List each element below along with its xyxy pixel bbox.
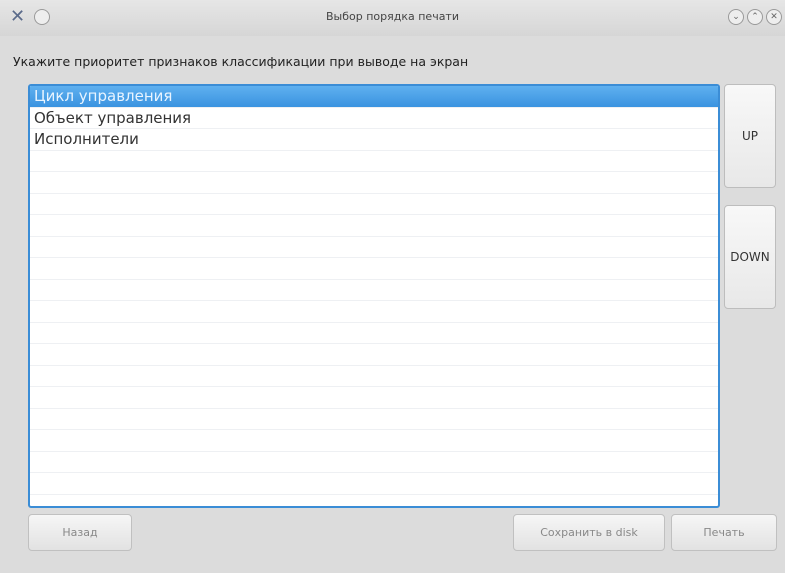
minimize-icon[interactable]: ⌄	[728, 9, 744, 25]
title-bar: ✕ Выбор порядка печати ⌄ ⌃ ✕	[0, 0, 785, 36]
up-button[interactable]: UP	[724, 84, 776, 188]
empty-row	[30, 151, 718, 172]
window-title: Выбор порядка печати	[326, 10, 459, 23]
empty-row	[30, 430, 718, 452]
list-item[interactable]: Цикл управления	[30, 86, 718, 108]
instruction-text: Укажите приоритет признаков классификаци…	[13, 54, 469, 69]
empty-row	[30, 172, 718, 194]
down-button[interactable]: DOWN	[724, 205, 776, 309]
print-button[interactable]: Печать	[671, 514, 777, 551]
maximize-icon[interactable]: ⌃	[747, 9, 763, 25]
empty-row	[30, 323, 718, 344]
empty-row	[30, 215, 718, 237]
empty-row	[30, 344, 718, 366]
empty-row	[30, 280, 718, 301]
empty-row	[30, 258, 718, 280]
close-icon[interactable]: ✕	[766, 9, 782, 25]
empty-row	[30, 409, 718, 430]
priority-list[interactable]: Цикл управления Объект управления Исполн…	[28, 84, 720, 508]
list-item[interactable]: Исполнители	[30, 129, 718, 151]
empty-row	[30, 473, 718, 495]
list-item[interactable]: Объект управления	[30, 108, 718, 129]
back-button[interactable]: Назад	[28, 514, 132, 551]
empty-row	[30, 237, 718, 258]
empty-row	[30, 387, 718, 409]
empty-row	[30, 301, 718, 323]
empty-row	[30, 452, 718, 473]
empty-row	[30, 366, 718, 387]
empty-row	[30, 194, 718, 215]
save-to-disk-button[interactable]: Сохранить в disk	[513, 514, 665, 551]
